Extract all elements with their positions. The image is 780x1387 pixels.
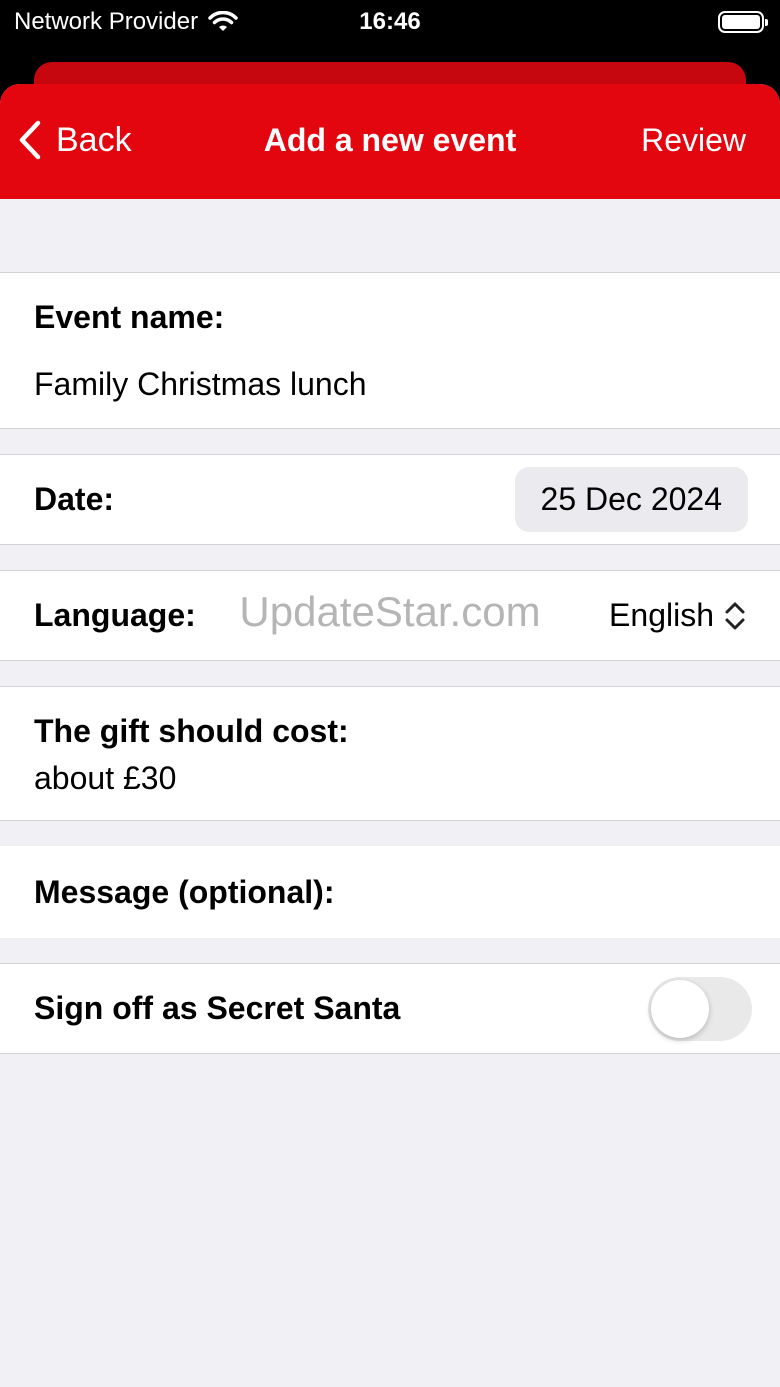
date-section: Date: 25 Dec 2024 <box>0 454 780 545</box>
status-bar: Network Provider 16:46 <box>0 0 780 44</box>
gift-cost-section[interactable]: The gift should cost: about £30 <box>0 686 780 821</box>
gift-cost-label: The gift should cost: <box>34 713 349 749</box>
toggle-knob <box>651 979 709 1038</box>
back-label: Back <box>56 120 132 159</box>
message-section[interactable]: Message (optional): <box>0 846 780 938</box>
status-time: 16:46 <box>359 8 421 35</box>
language-section: Language: English <box>0 570 780 661</box>
secret-santa-label: Sign off as Secret Santa <box>34 990 401 1026</box>
event-name-label: Event name: <box>34 299 225 335</box>
language-select[interactable]: English <box>609 597 746 634</box>
event-name-field[interactable]: Family Christmas lunch <box>34 366 746 403</box>
date-picker-button[interactable]: 25 Dec 2024 <box>514 467 748 532</box>
battery-icon <box>718 11 768 33</box>
back-button[interactable]: Back <box>18 120 132 160</box>
gift-cost-value: about £30 <box>34 760 177 796</box>
chevron-left-icon <box>19 120 41 160</box>
secret-santa-toggle[interactable] <box>648 976 752 1041</box>
chevron-up-down-icon <box>725 602 745 629</box>
language-label: Language: <box>34 597 196 633</box>
secret-santa-section: Sign off as Secret Santa <box>0 963 780 1054</box>
review-button[interactable]: Review <box>641 122 746 159</box>
modal-sheet: Back Add a new event Review Event name: … <box>0 84 780 1387</box>
message-label: Message (optional): <box>34 874 335 910</box>
language-value: English <box>609 597 714 633</box>
navigation-bar: Back Add a new event Review <box>0 84 780 199</box>
event-name-section: Event name: Family Christmas lunch <box>0 272 780 429</box>
date-label: Date: <box>34 481 115 517</box>
